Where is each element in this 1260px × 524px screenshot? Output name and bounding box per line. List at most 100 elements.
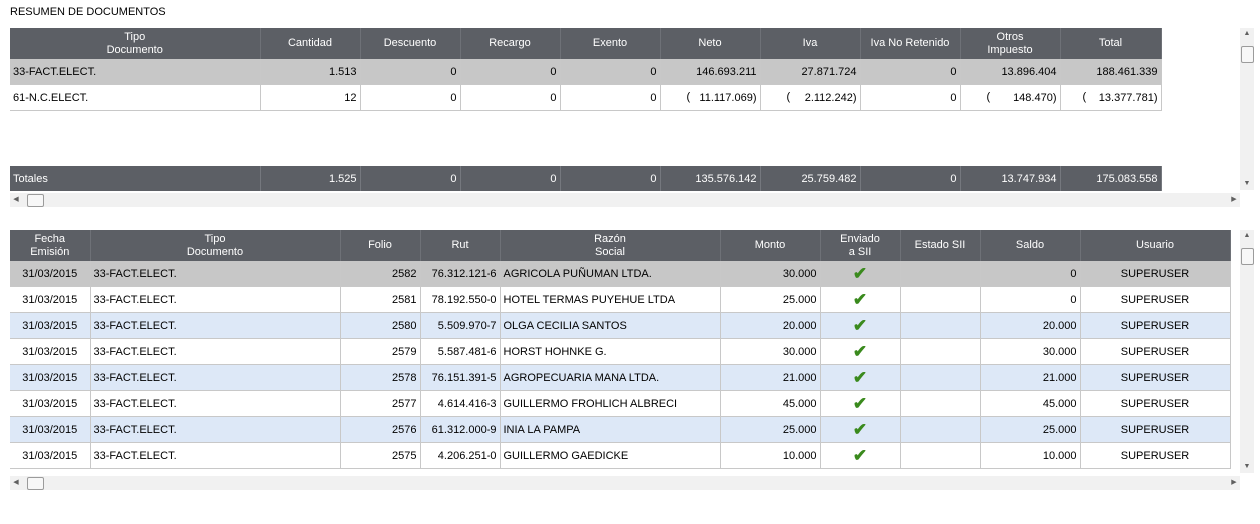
totals-neto: 135.576.142: [660, 166, 761, 191]
cell-folio: 2577: [340, 390, 421, 417]
col-header-exento[interactable]: Exento: [560, 28, 661, 59]
cell-tipo-documento: 33-FACT.ELECT.: [90, 364, 341, 391]
documents-vertical-scrollbar[interactable]: ▲ ▼: [1240, 230, 1254, 473]
scrollbar-thumb[interactable]: [27, 194, 44, 207]
cell-estado-sii: [900, 286, 981, 313]
col-header-estado-sii[interactable]: Estado SII: [900, 230, 981, 261]
totals-iva-no-retenido: 0: [860, 166, 961, 191]
table-row[interactable]: 31/03/2015 33-FACT.ELECT. 2576 61.312.000-9…: [10, 416, 1231, 443]
cell-rut: 78.192.550-0: [420, 286, 501, 313]
col-header-iva[interactable]: Iva: [760, 28, 861, 59]
cell-tipo-documento: 33-FACT.ELECT.: [90, 338, 341, 365]
summary-row[interactable]: 61-N.C.ELECT. 12 0 0 0 (11.117.069) (2.1…: [10, 84, 1162, 111]
scroll-right-arrow-icon[interactable]: ▶: [1228, 193, 1240, 207]
cell-saldo: 45.000: [980, 390, 1081, 417]
cell-razon-social: OLGA CECILIA SANTOS: [500, 312, 721, 339]
cell-monto: 25.000: [720, 416, 821, 443]
cell-folio: 2579: [340, 338, 421, 365]
cell-rut: 5.509.970-7: [420, 312, 501, 339]
scrollbar-thumb[interactable]: [1241, 248, 1254, 265]
table-row[interactable]: 31/03/2015 33-FACT.ELECT. 2581 78.192.550-0…: [10, 286, 1231, 313]
scroll-up-arrow-icon[interactable]: ▲: [1240, 28, 1254, 40]
summary-row[interactable]: 33-FACT.ELECT. 1.513 0 0 0 146.693.211 2…: [10, 59, 1162, 85]
cell-neto: (11.117.069): [660, 84, 761, 111]
scrollbar-thumb[interactable]: [27, 477, 44, 490]
cell-saldo: 20.000: [980, 312, 1081, 339]
cell-rut: 4.206.251-0: [420, 442, 501, 469]
cell-monto: 30.000: [720, 261, 821, 287]
header-line: Impuesto: [987, 43, 1033, 56]
cell-total: 188.461.339: [1060, 59, 1162, 85]
cell-fecha-emision: 31/03/2015: [10, 312, 91, 339]
scroll-up-arrow-icon[interactable]: ▲: [1240, 230, 1254, 242]
cell-razon-social: GUILLERMO GAEDICKE: [500, 442, 721, 469]
col-header-usuario[interactable]: Usuario: [1080, 230, 1231, 261]
scroll-down-arrow-icon[interactable]: ▼: [1240, 178, 1254, 190]
cell-rut: 61.312.000-9: [420, 416, 501, 443]
cell-tipo-documento: 33-FACT.ELECT.: [90, 442, 341, 469]
cell-descuento: 0: [360, 59, 461, 85]
cell-iva: (2.112.242): [760, 84, 861, 111]
cell-folio: 2575: [340, 442, 421, 469]
table-row[interactable]: 31/03/2015 33-FACT.ELECT. 2582 76.312.121-6…: [10, 261, 1231, 287]
col-header-rut[interactable]: Rut: [420, 230, 501, 261]
col-header-monto[interactable]: Monto: [720, 230, 821, 261]
cell-iva-no-retenido: 0: [860, 59, 961, 85]
scroll-left-arrow-icon[interactable]: ◀: [10, 193, 22, 207]
cell-monto: 45.000: [720, 390, 821, 417]
cell-usuario: SUPERUSER: [1080, 364, 1231, 391]
cell-total: (13.377.781): [1060, 84, 1162, 111]
cell-monto: 30.000: [720, 338, 821, 365]
col-header-neto[interactable]: Neto: [660, 28, 761, 59]
cell-fecha-emision: 31/03/2015: [10, 364, 91, 391]
cell-exento: 0: [560, 84, 661, 111]
cell-iva: 27.871.724: [760, 59, 861, 85]
table-row[interactable]: 31/03/2015 33-FACT.ELECT. 2579 5.587.481-6 H…: [10, 338, 1231, 365]
scroll-left-arrow-icon[interactable]: ◀: [10, 476, 22, 490]
col-header-otros-impuesto[interactable]: Otros Impuesto: [960, 28, 1061, 59]
cell-usuario: SUPERUSER: [1080, 338, 1231, 365]
cell-exento: 0: [560, 59, 661, 85]
col-header-folio[interactable]: Folio: [340, 230, 421, 261]
cell-fecha-emision: 31/03/2015: [10, 338, 91, 365]
cell-tipo: 33-FACT.ELECT.: [10, 59, 261, 85]
col-header-cantidad[interactable]: Cantidad: [260, 28, 361, 59]
cell-tipo-documento: 33-FACT.ELECT.: [90, 286, 341, 313]
documents-horizontal-scrollbar[interactable]: ◀ ▶: [10, 476, 1240, 490]
col-header-tipo-documento[interactable]: Tipo Documento: [10, 28, 261, 59]
cell-usuario: SUPERUSER: [1080, 261, 1231, 287]
col-header-saldo[interactable]: Saldo: [980, 230, 1081, 261]
col-header-recargo[interactable]: Recargo: [460, 28, 561, 59]
summary-vertical-scrollbar[interactable]: ▲ ▼: [1240, 28, 1254, 190]
checkmark-icon: ✔: [820, 261, 901, 287]
cell-monto: 20.000: [720, 312, 821, 339]
col-header-tipo-documento[interactable]: Tipo Documento: [90, 230, 341, 261]
col-header-iva-no-retenido[interactable]: Iva No Retenido: [860, 28, 961, 59]
scroll-down-arrow-icon[interactable]: ▼: [1240, 461, 1254, 473]
scroll-right-arrow-icon[interactable]: ▶: [1228, 476, 1240, 490]
page-title: RESUMEN DE DOCUMENTOS: [10, 6, 166, 18]
table-row[interactable]: 31/03/2015 33-FACT.ELECT. 2580 5.509.970-7 O…: [10, 312, 1231, 339]
cell-monto: 21.000: [720, 364, 821, 391]
cell-otros-impuesto: 13.896.404: [960, 59, 1061, 85]
header-line: Razón: [594, 232, 626, 245]
cell-fecha-emision: 31/03/2015: [10, 442, 91, 469]
table-row[interactable]: 31/03/2015 33-FACT.ELECT. 2577 4.614.416-3 G…: [10, 390, 1231, 417]
table-row[interactable]: 31/03/2015 33-FACT.ELECT. 2575 4.206.251-0 G…: [10, 442, 1231, 469]
col-header-fecha-emision[interactable]: Fecha Emisión: [10, 230, 91, 261]
summary-horizontal-scrollbar[interactable]: ◀ ▶: [10, 193, 1240, 207]
col-header-enviado-sii[interactable]: Enviado a SII: [820, 230, 901, 261]
header-line: Social: [595, 245, 625, 258]
open-paren: (: [686, 91, 691, 103]
col-header-total[interactable]: Total: [1060, 28, 1162, 59]
table-row[interactable]: 31/03/2015 33-FACT.ELECT. 2578 76.151.391-5…: [10, 364, 1231, 391]
cell-value: 2.112.242): [804, 91, 857, 104]
col-header-descuento[interactable]: Descuento: [360, 28, 461, 59]
header-line: a SII: [848, 245, 872, 258]
cell-saldo: 21.000: [980, 364, 1081, 391]
scrollbar-thumb[interactable]: [1241, 46, 1254, 63]
col-header-razon-social[interactable]: Razón Social: [500, 230, 721, 261]
cell-usuario: SUPERUSER: [1080, 390, 1231, 417]
open-paren: (: [1082, 91, 1087, 103]
checkmark-icon: ✔: [820, 364, 901, 391]
